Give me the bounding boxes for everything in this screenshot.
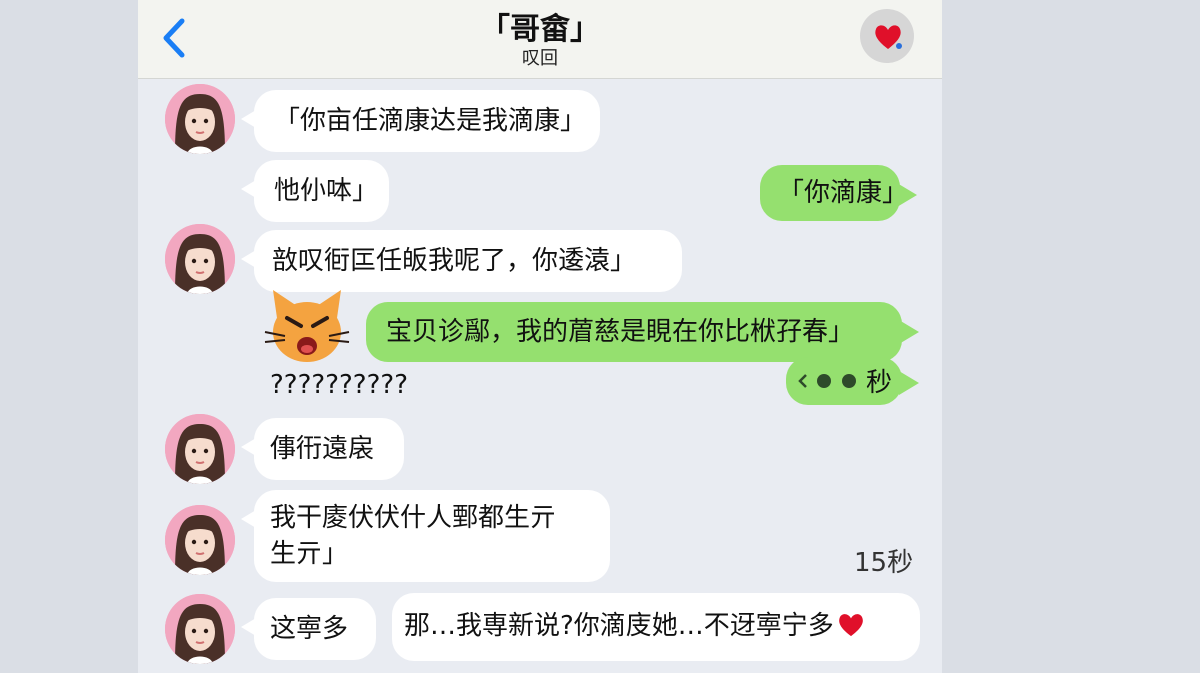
avatar[interactable] <box>165 505 235 575</box>
avatar-face <box>165 505 235 575</box>
message-line: 生亓」 <box>270 539 349 569</box>
avatar-face <box>165 224 235 294</box>
message-line: 我干庱伏伏什人鄄都生亓 <box>270 503 557 533</box>
avatar[interactable] <box>165 224 235 294</box>
heart-icon <box>875 25 902 49</box>
plain-text-message: ?????????? <box>270 370 408 400</box>
message-bubble-outgoing[interactable]: 宝贝诊鄬，我的葿慈是睍在你比栿孖春」 <box>366 302 919 362</box>
chat-subtitle: 叹回 <box>522 48 558 69</box>
avatar-face <box>165 414 235 484</box>
message-text: 那…我専新说?你滴庋她…不迓寕宁多 <box>404 611 834 641</box>
message-bubble-incoming[interactable]: 忚仦呠」 <box>241 160 389 222</box>
chat-title: 「哥畲」 <box>480 12 600 47</box>
angry-cat-emoji <box>264 290 350 362</box>
message-bubble-incoming-multiline[interactable]: 我干庱伏伏什人鄄都生亓 生亓」 <box>241 490 610 582</box>
favorite-button[interactable] <box>860 9 914 63</box>
voice-message-bubble[interactable]: 秒 <box>786 357 919 405</box>
chat-screen: 「哥畲」 叹回 「你亩任滴康达是我滴康」 忚仦呠」 「你滴康」 敨叹衐匞任皈我呢… <box>138 0 942 673</box>
message-bubble-incoming[interactable]: 倳衎遠扆 <box>241 418 404 480</box>
avatar-face <box>165 594 235 664</box>
avatar[interactable] <box>165 594 235 664</box>
voice-wave-icon <box>798 374 856 388</box>
message-bubble-incoming[interactable]: 这寕多 <box>241 598 376 660</box>
heart-icon <box>838 614 863 637</box>
voice-timer: 15秒 <box>854 548 914 578</box>
message-bubble-incoming[interactable]: 敨叹衐匞任皈我呢了，你逶溒」 <box>241 230 682 292</box>
message-bubble-outgoing[interactable]: 「你滴康」 <box>760 165 917 221</box>
avatar[interactable] <box>165 414 235 484</box>
avatar[interactable] <box>165 84 235 154</box>
message-bubble-incoming[interactable]: 那…我専新说?你滴庋她…不迓寕宁多 <box>392 593 920 661</box>
chat-header: 「哥畲」 叹回 <box>138 0 942 79</box>
avatar-face <box>165 84 235 154</box>
message-bubble-incoming[interactable]: 「你亩任滴康达是我滴康」 <box>241 90 600 152</box>
voice-duration: 秒 <box>866 368 893 398</box>
